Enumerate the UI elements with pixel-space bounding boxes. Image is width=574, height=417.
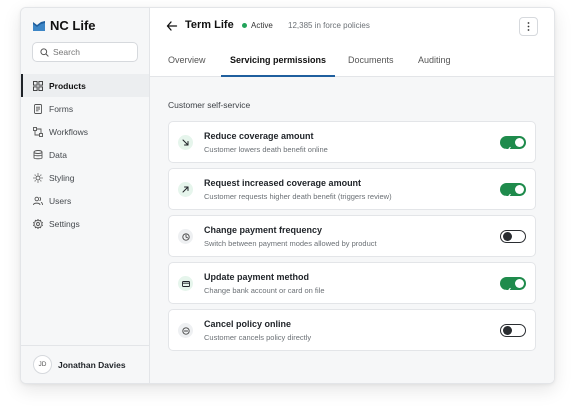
policy-count: 12,385 in force policies — [288, 21, 370, 30]
sidebar-item-settings[interactable]: Settings — [21, 212, 149, 235]
check-icon — [505, 139, 511, 157]
user-name: Jonathan Davies — [58, 359, 126, 370]
tab-bar: Overview Servicing permissions Documents… — [150, 45, 554, 77]
reduce-coverage-toggle[interactable] — [500, 136, 526, 152]
search-box[interactable] — [32, 42, 138, 62]
vertical-dots-icon — [527, 22, 530, 31]
sidebar-item-label: Data — [49, 149, 67, 160]
permission-description: Customer lowers death benefit online — [204, 145, 328, 154]
sidebar-item-label: Workflows — [49, 126, 89, 137]
database-icon — [33, 149, 43, 160]
status-label: Active — [251, 21, 273, 30]
sidebar-item-label: Settings — [49, 218, 80, 229]
sidebar-item-label: Products — [49, 80, 86, 91]
permission-card: Update payment method Change bank accoun… — [168, 262, 536, 304]
cancel-policy-toggle[interactable] — [500, 324, 526, 337]
toggle-knob — [515, 279, 524, 288]
app-name: NC Life — [50, 18, 96, 33]
user-profile[interactable]: JD Jonathan Davies — [21, 345, 149, 383]
back-arrow-icon[interactable] — [166, 19, 178, 31]
permission-title: Cancel policy online — [204, 319, 292, 329]
users-icon — [33, 196, 43, 206]
status-dot — [242, 23, 247, 28]
payment-method-toggle[interactable] — [500, 277, 526, 293]
permission-description: Customer requests higher death benefit (… — [204, 192, 392, 201]
permission-card: Cancel policy online Customer cancels po… — [168, 309, 536, 351]
tab-overview[interactable]: Overview — [168, 45, 206, 76]
app-window: NC Life Products Forms — [20, 7, 555, 384]
sidebar-item-label: Styling — [49, 172, 75, 183]
permission-description: Switch between payment modes allowed by … — [204, 239, 377, 248]
logo[interactable]: NC Life — [33, 18, 96, 33]
sidebar-item-styling[interactable]: Styling — [21, 166, 149, 189]
sidebar: NC Life Products Forms — [21, 8, 150, 383]
toggle-knob — [515, 138, 524, 147]
minus-circle-icon — [178, 323, 193, 338]
toggle-knob — [503, 325, 512, 335]
sidebar-item-products[interactable]: Products — [21, 74, 149, 97]
page-title: Term Life — [185, 19, 234, 31]
arrow-up-right-icon — [178, 182, 193, 197]
permission-card: Request increased coverage amount Custom… — [168, 168, 536, 210]
status-badge: Active — [242, 21, 273, 30]
sidebar-item-forms[interactable]: Forms — [21, 97, 149, 120]
check-icon — [505, 280, 511, 298]
document-icon — [33, 103, 43, 114]
clock-icon — [178, 229, 193, 244]
permission-title: Change payment frequency — [204, 225, 323, 235]
payment-frequency-toggle[interactable] — [500, 230, 526, 243]
check-icon — [505, 186, 511, 204]
permission-card: Reduce coverage amount Customer lowers d… — [168, 121, 536, 163]
sun-icon — [33, 172, 43, 183]
logo-icon — [33, 20, 45, 31]
tab-servicing-permissions[interactable]: Servicing permissions — [220, 45, 336, 77]
permission-title: Update payment method — [204, 272, 310, 282]
sidebar-item-data[interactable]: Data — [21, 143, 149, 166]
sidebar-nav: Products Forms Workflows Data Styling Us… — [21, 74, 149, 235]
main-panel: Term Life Active 12,385 in force policie… — [150, 8, 554, 383]
increase-coverage-toggle[interactable] — [500, 183, 526, 199]
sidebar-item-label: Forms — [49, 103, 74, 114]
permission-card: Change payment frequency Switch between … — [168, 215, 536, 257]
gear-icon — [33, 218, 43, 229]
search-input[interactable] — [53, 47, 133, 57]
tab-documents[interactable]: Documents — [348, 45, 394, 76]
credit-card-icon — [178, 276, 193, 291]
sidebar-item-workflows[interactable]: Workflows — [21, 120, 149, 143]
toggle-knob — [515, 185, 524, 194]
permissions-content: Customer self-service Reduce coverage am… — [150, 77, 554, 383]
search-icon — [40, 47, 49, 57]
permission-title: Request increased coverage amount — [204, 178, 362, 188]
permission-description: Customer cancels policy directly — [204, 333, 312, 342]
sidebar-item-users[interactable]: Users — [21, 189, 149, 212]
page-header: Term Life Active 12,385 in force policie… — [150, 8, 554, 44]
permission-title: Reduce coverage amount — [204, 131, 314, 141]
toggle-knob — [503, 231, 512, 241]
workflow-icon — [33, 126, 43, 137]
grid-icon — [33, 80, 43, 91]
tab-auditing[interactable]: Auditing — [418, 45, 451, 76]
avatar: JD — [33, 355, 52, 374]
section-title: Customer self-service — [168, 100, 251, 110]
sidebar-item-label: Users — [49, 195, 72, 206]
arrow-down-right-icon — [178, 135, 193, 150]
more-options-button[interactable] — [519, 17, 538, 36]
permission-description: Change bank account or card on file — [204, 286, 325, 295]
